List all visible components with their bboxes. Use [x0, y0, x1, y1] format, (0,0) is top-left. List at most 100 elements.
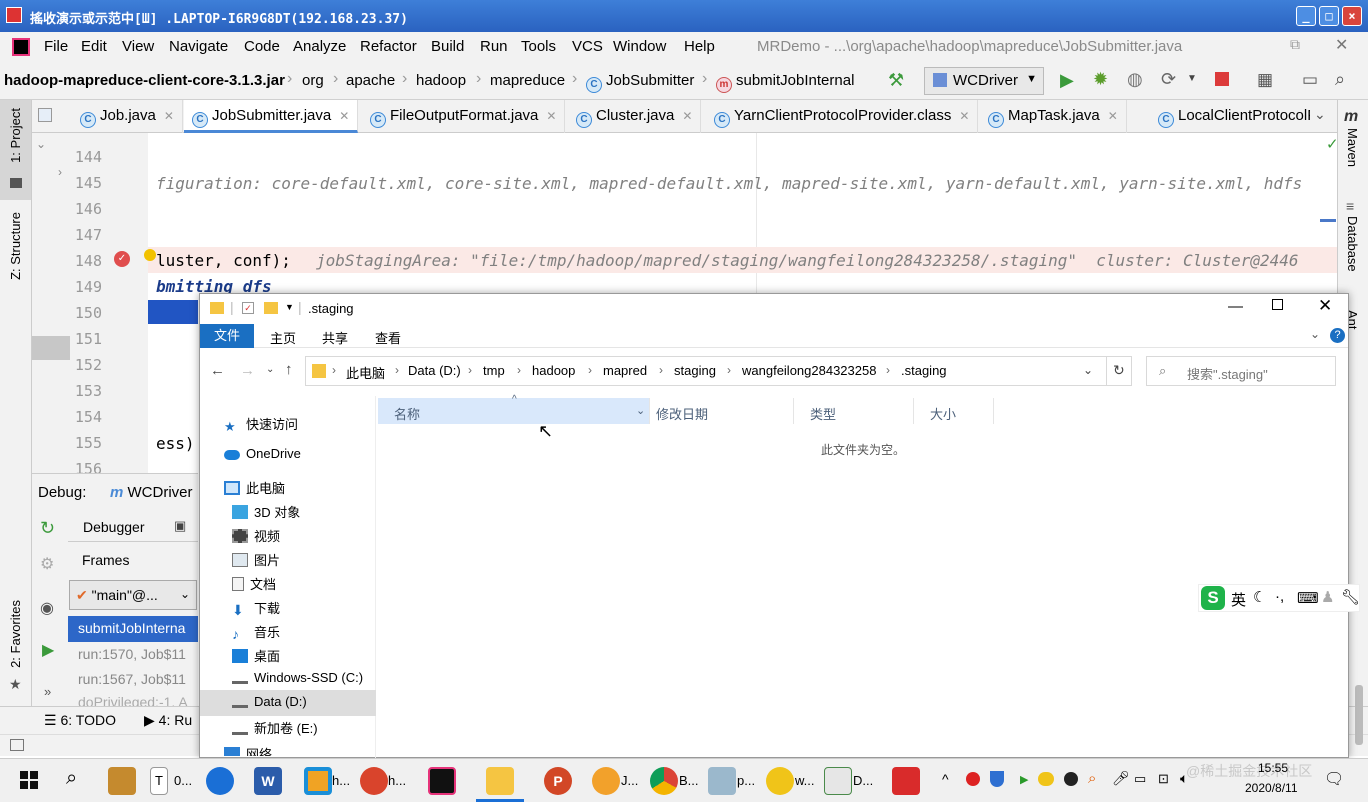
- taskbar-item-label[interactable]: p...: [737, 773, 755, 788]
- sogou-icon[interactable]: S: [1201, 586, 1225, 610]
- search-icon[interactable]: ⌕: [1335, 69, 1345, 90]
- back-arrow-icon[interactable]: ←: [210, 362, 225, 379]
- nav-this-pc[interactable]: 此电脑: [200, 478, 376, 502]
- taskbar-item-label[interactable]: 0...: [174, 773, 192, 788]
- start-windows-icon[interactable]: [20, 771, 38, 789]
- menu-build[interactable]: Build: [431, 38, 464, 55]
- resume-icon[interactable]: ▶: [42, 640, 54, 660]
- more-icon[interactable]: »: [44, 684, 51, 699]
- punctuation-icon[interactable]: ·,: [1275, 588, 1284, 605]
- menu-window[interactable]: Window: [613, 38, 666, 55]
- tab-jobsubmitter-java[interactable]: C JobSubmitter.java ✕: [184, 100, 359, 133]
- intellij-icon[interactable]: [428, 767, 456, 795]
- tray-icon[interactable]: ▶: [1020, 773, 1028, 786]
- app-icon[interactable]: [708, 767, 736, 795]
- nav-3d-objects[interactable]: 3D 对象: [200, 502, 376, 526]
- frame-item[interactable]: run:1567, Job$11: [78, 671, 186, 687]
- close-icon[interactable]: ✕: [1108, 109, 1118, 123]
- menu-help[interactable]: Help: [684, 38, 715, 55]
- taskbar-item-label[interactable]: h...: [332, 773, 350, 788]
- menu-navigate[interactable]: Navigate: [169, 38, 228, 55]
- taskbar-item-label[interactable]: w...: [795, 773, 815, 788]
- project-tool-button[interactable]: 1: Project: [0, 100, 31, 200]
- battery-icon[interactable]: ▭: [1134, 771, 1146, 787]
- clock-date[interactable]: 2020/8/11: [1245, 781, 1298, 795]
- nav-music[interactable]: ♪ 音乐: [200, 622, 376, 646]
- teams-app-icon[interactable]: [206, 767, 234, 795]
- breadcrumb-hadoop[interactable]: hadoop: [416, 72, 466, 89]
- database-tool-button[interactable]: Database: [1345, 216, 1360, 272]
- settings-icon[interactable]: ⚙: [40, 554, 54, 574]
- close-icon[interactable]: ✕: [959, 109, 969, 123]
- nav-documents[interactable]: 文档: [200, 574, 376, 598]
- nav-drive-e[interactable]: 新加卷 (E:): [200, 718, 376, 742]
- tray-search-icon[interactable]: ⌕: [1088, 770, 1096, 787]
- notification-icon[interactable]: 🗨︎: [1324, 769, 1344, 789]
- address-segment[interactable]: wangfeilong284323258: [742, 363, 876, 378]
- ide-close-button[interactable]: ✕: [1335, 35, 1348, 55]
- project-structure-icon[interactable]: ▦: [1257, 70, 1273, 90]
- menu-tools[interactable]: Tools: [521, 38, 556, 55]
- profile-icon[interactable]: ⟳: [1161, 69, 1176, 90]
- properties-check-icon[interactable]: ✓: [242, 302, 254, 314]
- chevron-down-icon[interactable]: ▼: [1187, 73, 1197, 84]
- thread-select[interactable]: ✔ "main"@... ⌄: [69, 580, 197, 610]
- column-header-name[interactable]: 名称 ^ ⌄: [378, 394, 650, 424]
- run-icon[interactable]: ▶: [1060, 70, 1074, 91]
- minimize-button[interactable]: —: [1228, 298, 1243, 315]
- search-icon[interactable]: ⌕: [66, 767, 77, 790]
- close-icon[interactable]: ✕: [339, 109, 349, 123]
- view-breakpoints-icon[interactable]: ◉: [40, 598, 54, 618]
- address-segment[interactable]: hadoop: [532, 363, 575, 378]
- terminal-icon[interactable]: ▭: [1302, 70, 1318, 90]
- nav-quick-access[interactable]: ★ 快速访问: [200, 414, 376, 438]
- menu-view[interactable]: View: [122, 38, 154, 55]
- chevron-down-icon[interactable]: ⌄: [1083, 363, 1093, 377]
- structure-tool-button[interactable]: Z: Structure: [8, 212, 23, 280]
- layout-icon[interactable]: [10, 739, 24, 751]
- text-app-icon[interactable]: T: [150, 767, 168, 795]
- tray-icon[interactable]: [966, 772, 980, 786]
- ime-language[interactable]: 英: [1231, 589, 1246, 610]
- console-icon[interactable]: ▣: [174, 518, 186, 534]
- powerpoint-app-icon[interactable]: P: [544, 767, 572, 795]
- maximize-button[interactable]: [1272, 299, 1283, 310]
- menu-analyze[interactable]: Analyze: [293, 38, 346, 55]
- breadcrumb-class[interactable]: C JobSubmitter: [586, 72, 694, 93]
- build-hammer-icon[interactable]: ⚒: [888, 70, 904, 91]
- tab-yarnclientprotocolprovider[interactable]: C YarnClientProtocolProvider.class ✕: [706, 100, 979, 133]
- menu-run[interactable]: Run: [480, 38, 508, 55]
- tab-cluster-java[interactable]: C Cluster.java ✕: [568, 100, 702, 133]
- coverage-icon[interactable]: ◍: [1127, 69, 1143, 90]
- clock-time[interactable]: 15:55: [1258, 761, 1288, 775]
- close-icon[interactable]: ✕: [682, 109, 692, 123]
- frame-item-selected[interactable]: submitJobInterna: [68, 616, 198, 642]
- column-header-type[interactable]: 类型: [794, 398, 914, 424]
- column-header-date[interactable]: 修改日期: [640, 398, 794, 424]
- taskbar-item-label[interactable]: D...: [853, 773, 873, 788]
- breadcrumb-apache[interactable]: apache: [346, 72, 395, 89]
- menu-code[interactable]: Code: [244, 38, 280, 55]
- nav-pictures[interactable]: 图片: [200, 550, 376, 574]
- frame-item[interactable]: doPrivileged:-1, A: [78, 694, 198, 706]
- address-segment[interactable]: tmp: [483, 363, 505, 378]
- todo-tool-button[interactable]: ☰ 6: TODO: [44, 712, 116, 729]
- breadcrumb-mapreduce[interactable]: mapreduce: [490, 72, 565, 89]
- address-segment[interactable]: 此电脑: [346, 363, 385, 382]
- nav-downloads[interactable]: ⬇ 下载: [200, 598, 376, 622]
- address-segment[interactable]: staging: [674, 363, 716, 378]
- keyboard-icon[interactable]: ⌨: [1297, 589, 1319, 607]
- debug-config-tab[interactable]: m WCDriver: [110, 484, 193, 501]
- forward-arrow-icon[interactable]: →: [240, 362, 255, 379]
- word-app-icon[interactable]: W: [254, 767, 282, 795]
- tab-fileoutputformat-java[interactable]: C FileOutputFormat.java ✕: [362, 100, 566, 133]
- stop-icon[interactable]: [1215, 72, 1229, 86]
- menu-vcs[interactable]: VCS: [572, 38, 603, 55]
- ide-restore-button[interactable]: ⧉: [1290, 36, 1300, 53]
- shield-icon[interactable]: [990, 771, 1004, 787]
- tray-icon[interactable]: [1038, 772, 1054, 786]
- nav-drive-d[interactable]: Data (D:): [200, 690, 376, 716]
- file-explorer-icon[interactable]: [486, 767, 514, 795]
- chevron-down-icon[interactable]: ⌄: [1310, 327, 1320, 341]
- nav-videos[interactable]: 视频: [200, 526, 376, 550]
